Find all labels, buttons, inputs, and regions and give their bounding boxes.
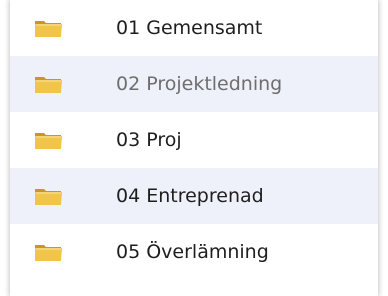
folder-item-04-entreprenad[interactable]: 04 Entreprenad <box>10 168 378 224</box>
folder-icon <box>35 189 62 205</box>
folder-icon <box>35 245 62 261</box>
folder-label: 01 Gemensamt <box>116 17 263 39</box>
folder-item-01-gemensamt[interactable]: 01 Gemensamt <box>10 0 378 56</box>
folder-icon <box>35 77 62 93</box>
folder-icon <box>35 21 62 37</box>
folder-label: 04 Entreprenad <box>116 185 264 207</box>
folder-item-03-proj[interactable]: 03 Proj <box>10 112 378 168</box>
folder-panel: 01 Gemensamt 02 Projektledning 03 Proj 0… <box>10 0 378 296</box>
folder-icon <box>35 133 62 149</box>
folder-list: 01 Gemensamt 02 Projektledning 03 Proj 0… <box>10 0 378 280</box>
folder-item-02-projektledning[interactable]: 02 Projektledning <box>10 56 378 112</box>
folder-item-05-overlamning[interactable]: 05 Överlämning <box>10 224 378 280</box>
folder-label: 05 Överlämning <box>116 241 269 263</box>
folder-label: 02 Projektledning <box>116 73 283 95</box>
folder-label: 03 Proj <box>116 129 182 151</box>
